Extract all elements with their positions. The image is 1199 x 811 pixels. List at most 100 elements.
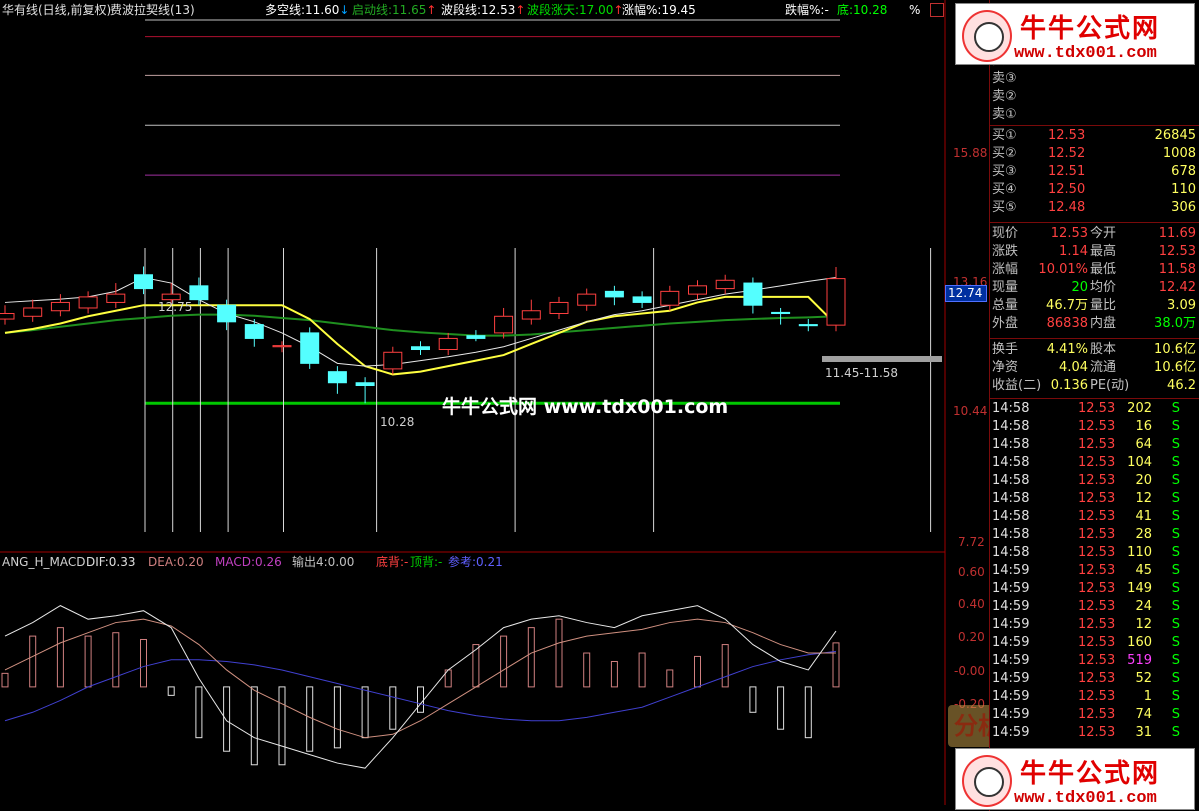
tick-volume: 104 [1127,455,1152,470]
tick-row[interactable]: 14:58 12.53 64 S [990,436,1199,454]
stat-value: 46.7万 [1046,298,1088,313]
logo-bottom-url: www.tdx001.com [1014,789,1157,808]
tick-row[interactable]: 14:59 12.53 519 S [990,652,1199,670]
macd-dea: DEA:0.20 [148,555,204,569]
candle-body [466,335,486,339]
tick-time: 14:59 [992,617,1030,632]
tick-side: S [1171,725,1180,740]
tick-volume: 41 [1135,509,1152,524]
buy-label: 买① [992,128,1017,143]
fundamental-label: PE(动) [1090,378,1130,393]
tick-row[interactable]: 14:59 12.53 12 S [990,616,1199,634]
tick-row[interactable]: 14:59 12.53 1 S [990,688,1199,706]
tick-side: S [1171,653,1180,668]
tick-row[interactable]: 14:58 12.53 28 S [990,526,1199,544]
tick-price: 12.53 [1078,725,1116,740]
macd-bar [749,686,757,713]
arrow-up-icon: ↑ [426,3,437,17]
arrow-up-icon: ↑ [515,3,526,17]
tick-row[interactable]: 14:58 12.53 41 S [990,508,1199,526]
tick-row[interactable]: 14:59 12.53 52 S [990,670,1199,688]
tick-time: 14:59 [992,707,1030,722]
candle-body [134,274,153,290]
tick-row[interactable]: 14:58 12.53 104 S [990,454,1199,472]
fundamental-value: 4.04 [1059,360,1088,375]
macd-bar [84,635,92,688]
stat-value: 20 [1071,280,1088,295]
tick-time: 14:58 [992,491,1030,506]
sell-row: 卖③ [990,70,1199,88]
tick-row[interactable]: 14:58 12.53 20 S [990,472,1199,490]
tick-row[interactable]: 14:58 12.53 16 S [990,418,1199,436]
tick-price: 12.53 [1078,473,1116,488]
macd-bar [583,652,591,688]
stock-terminal: 华有线(日线,前复权) 费波拉契线(13) 多空线:11.60↓ 启动线:11.6… [0,0,1199,811]
tick-side: S [1171,635,1180,650]
tick-row[interactable]: 14:58 12.53 12 S [990,490,1199,508]
window-toggle-button[interactable] [930,3,944,17]
sell-label: 卖② [992,89,1017,104]
tick-time: 14:59 [992,581,1030,596]
tick-row[interactable]: 14:58 12.53 110 S [990,544,1199,562]
divider [990,125,1199,126]
tick-row[interactable]: 14:58 12.53 202 S [990,400,1199,418]
macd-dif: DIF:0.33 [86,555,136,569]
macd-bar [112,632,120,688]
candle-body [106,293,126,303]
tick-row[interactable]: 14:59 12.53 24 S [990,598,1199,616]
candle-body [771,311,791,315]
tick-time: 14:58 [992,419,1030,434]
stat-label: 现价 [992,226,1019,241]
tick-price: 12.53 [1078,653,1116,668]
tick-volume: 12 [1135,617,1152,632]
candle-body [272,345,292,348]
fundamental-label: 净资 [992,360,1019,375]
buy-row: 买④ 12.50 110 [990,181,1199,199]
sell-label: 卖① [992,107,1017,122]
macd-axis-0.40: 0.40 [958,597,985,611]
tick-row[interactable]: 14:59 12.53 74 S [990,706,1199,724]
tick-volume: 20 [1135,473,1152,488]
stat-value: 1.14 [1059,244,1088,259]
tick-side: S [1171,419,1180,434]
tick-row[interactable]: 14:59 12.53 149 S [990,580,1199,598]
stats-row: 涨跌 1.14 最高 12.53 [990,243,1199,261]
ma-green-line [4,313,837,337]
tick-side: S [1171,671,1180,686]
stat-value: 12.42 [1158,280,1196,295]
tick-volume: 202 [1127,401,1152,416]
stat-value: 12.53 [1158,244,1196,259]
tick-side: S [1171,563,1180,578]
candle-body [327,371,347,384]
fundamentals-row: 收益(二) 0.136 PE(动) 46.2 [990,377,1199,395]
macd-bar [500,635,508,688]
stat-label: 最高 [1090,244,1117,259]
fib-vertical-lines [144,248,932,532]
macd-output: 输出4:0.00 [292,555,355,569]
tick-time: 14:58 [992,401,1030,416]
macd-bar [417,686,424,713]
buy-volume: 678 [1171,164,1196,179]
tick-side: S [1171,401,1180,416]
candle-body [632,296,652,303]
logo-top: 牛牛公式网 www.tdx001.com [955,3,1195,65]
tick-time: 14:59 [992,689,1030,704]
macd-axis-0.60: 0.60 [958,565,985,579]
indicator-value: 多空线:11.60↓ [265,3,350,17]
macd-top-div: 顶背:- [410,555,443,569]
tick-row[interactable]: 14:59 12.53 160 S [990,634,1199,652]
macd-axis-0.20: 0.20 [958,630,985,644]
tick-side: S [1171,581,1180,596]
price-label-15.88: 15.88 [953,146,988,160]
center-watermark: 牛牛公式网 www.tdx001.com [442,396,729,418]
stock-title: 华有线(日线,前复权) [2,3,112,17]
macd-dea-line [4,618,836,739]
macd-bar [832,642,840,688]
fundamental-value: 46.2 [1167,378,1196,393]
tick-row[interactable]: 14:59 12.53 45 S [990,562,1199,580]
tick-volume: 74 [1135,707,1152,722]
tick-row[interactable]: 14:59 12.53 31 S [990,724,1199,742]
tick-volume: 45 [1135,563,1152,578]
buy-volume: 110 [1171,182,1196,197]
candle-body [217,304,237,323]
